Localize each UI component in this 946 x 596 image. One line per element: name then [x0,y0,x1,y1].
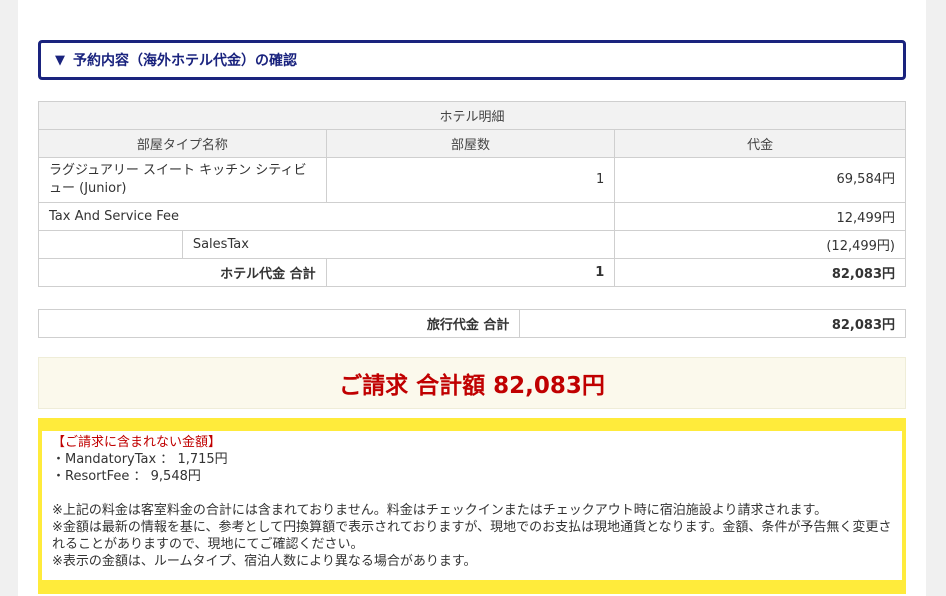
notes-remark: ※上記の料金は客室料金の合計には含まれておりません。料金はチェックインまたはチェ… [52,503,828,518]
table-row: ホテル代金 合計 1 82,083円 [38,258,906,287]
hotel-total-count: 1 [325,258,616,287]
excluded-amounts-notes: 【ご請求に含まれない金額】 ・MandatoryTax ： 1,715円 ・Re… [42,431,902,580]
room-price: 69,584円 [614,157,906,203]
tax-fee-price: 12,499円 [614,202,906,231]
hotel-detail-caption: ホテル明細 [38,101,906,130]
travel-total-label: 旅行代金 合計 [37,309,521,338]
section-title: 予約内容（海外ホテル代金）の確認 [73,53,297,69]
header-price: 代金 [614,129,906,158]
notes-item-mandatory-tax: ・MandatoryTax ： 1,715円 [52,452,228,467]
table-row: Tax And Service Fee 12,499円 [37,202,906,231]
sales-tax-price: (12,499円) [614,230,906,259]
billing-total-text: ご請求 合計額 82,083円 [339,373,605,399]
notes-item-resort-fee: ・ResortFee ： 9,548円 [52,469,201,484]
notes-remark: ※表示の金額は、ルームタイプ、宿泊人数により異なる場合があります。 [52,554,477,569]
table-row: 旅行代金 合計 82,083円 [37,309,906,338]
triangle-down-icon: ▼ [55,52,65,68]
room-count: 1 [325,157,616,203]
billing-total: ご請求 合計額 82,083円 [38,357,906,409]
table-row: SalesTax (12,499円) [38,230,906,259]
travel-total-price: 82,083円 [519,309,906,338]
section-header[interactable]: ▼ 予約内容（海外ホテル代金）の確認 [38,40,906,80]
page: ▼ 予約内容（海外ホテル代金）の確認 ホテル明細 部屋タイプ名称 部屋数 代金 … [18,0,926,596]
excluded-amounts-box: 【ご請求に含まれない金額】 ・MandatoryTax ： 1,715円 ・Re… [38,418,906,594]
header-room-type: 部屋タイプ名称 [38,129,327,158]
sales-tax-label: SalesTax [181,230,616,259]
hotel-total-label: ホテル代金 合計 [38,258,327,287]
notes-heading: 【ご請求に含まれない金額】 [52,435,222,450]
header-room-count: 部屋数 [325,129,616,158]
tax-fee-label: Tax And Service Fee [37,202,616,231]
hotel-detail-table: ホテル明細 部屋タイプ名称 部屋数 代金 ラグジュアリー スイート キッチン シ… [37,101,906,287]
table-row: ラグジュアリー スイート キッチン シティビュー (Junior) 1 69,5… [38,157,906,203]
notes-spacer [52,485,892,502]
travel-total-table: 旅行代金 合計 82,083円 [37,309,906,338]
room-type-name: ラグジュアリー スイート キッチン シティビュー (Junior) [38,157,327,203]
notes-remark: ※金額は最新の情報を基に、参考として円換算額で表示されておりますが、現地でのお支… [52,520,892,552]
hotel-total-price: 82,083円 [614,258,906,287]
sales-tax-spacer [38,230,183,259]
